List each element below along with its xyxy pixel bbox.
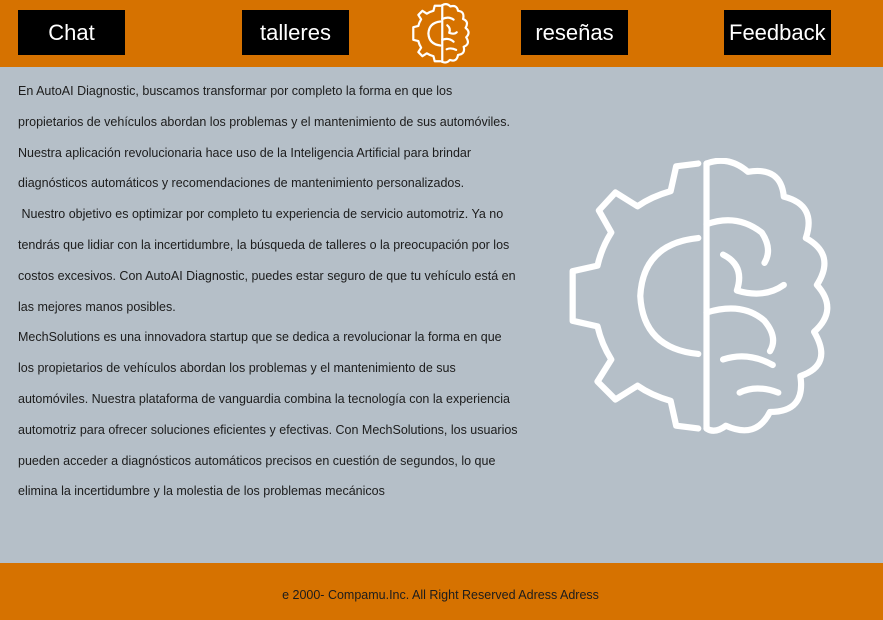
footer: e 2000- Compamu.Inc. All Right Reserved …	[0, 563, 883, 620]
gear-brain-logo-icon[interactable]	[407, 2, 475, 65]
paragraph-autoai-intro: En AutoAI Diagnostic, buscamos transform…	[18, 84, 510, 191]
header: Chat talleres reseñas Feedback	[0, 0, 883, 67]
footer-copyright: e 2000- Compamu.Inc. All Right Reserved …	[282, 588, 599, 602]
paragraph-mechsolutions: MechSolutions es una innovadora startup …	[18, 330, 518, 499]
paragraph-objetivo: Nuestro objetivo es optimizar por comple…	[18, 207, 520, 314]
talleres-button[interactable]: talleres	[242, 10, 349, 55]
chat-button[interactable]: Chat	[18, 10, 125, 55]
gear-brain-hero-icon	[569, 158, 831, 434]
resenas-button[interactable]: reseñas	[521, 10, 628, 55]
about-text: En AutoAI Diagnostic, buscamos transform…	[18, 76, 518, 507]
feedback-button[interactable]: Feedback	[724, 10, 831, 55]
